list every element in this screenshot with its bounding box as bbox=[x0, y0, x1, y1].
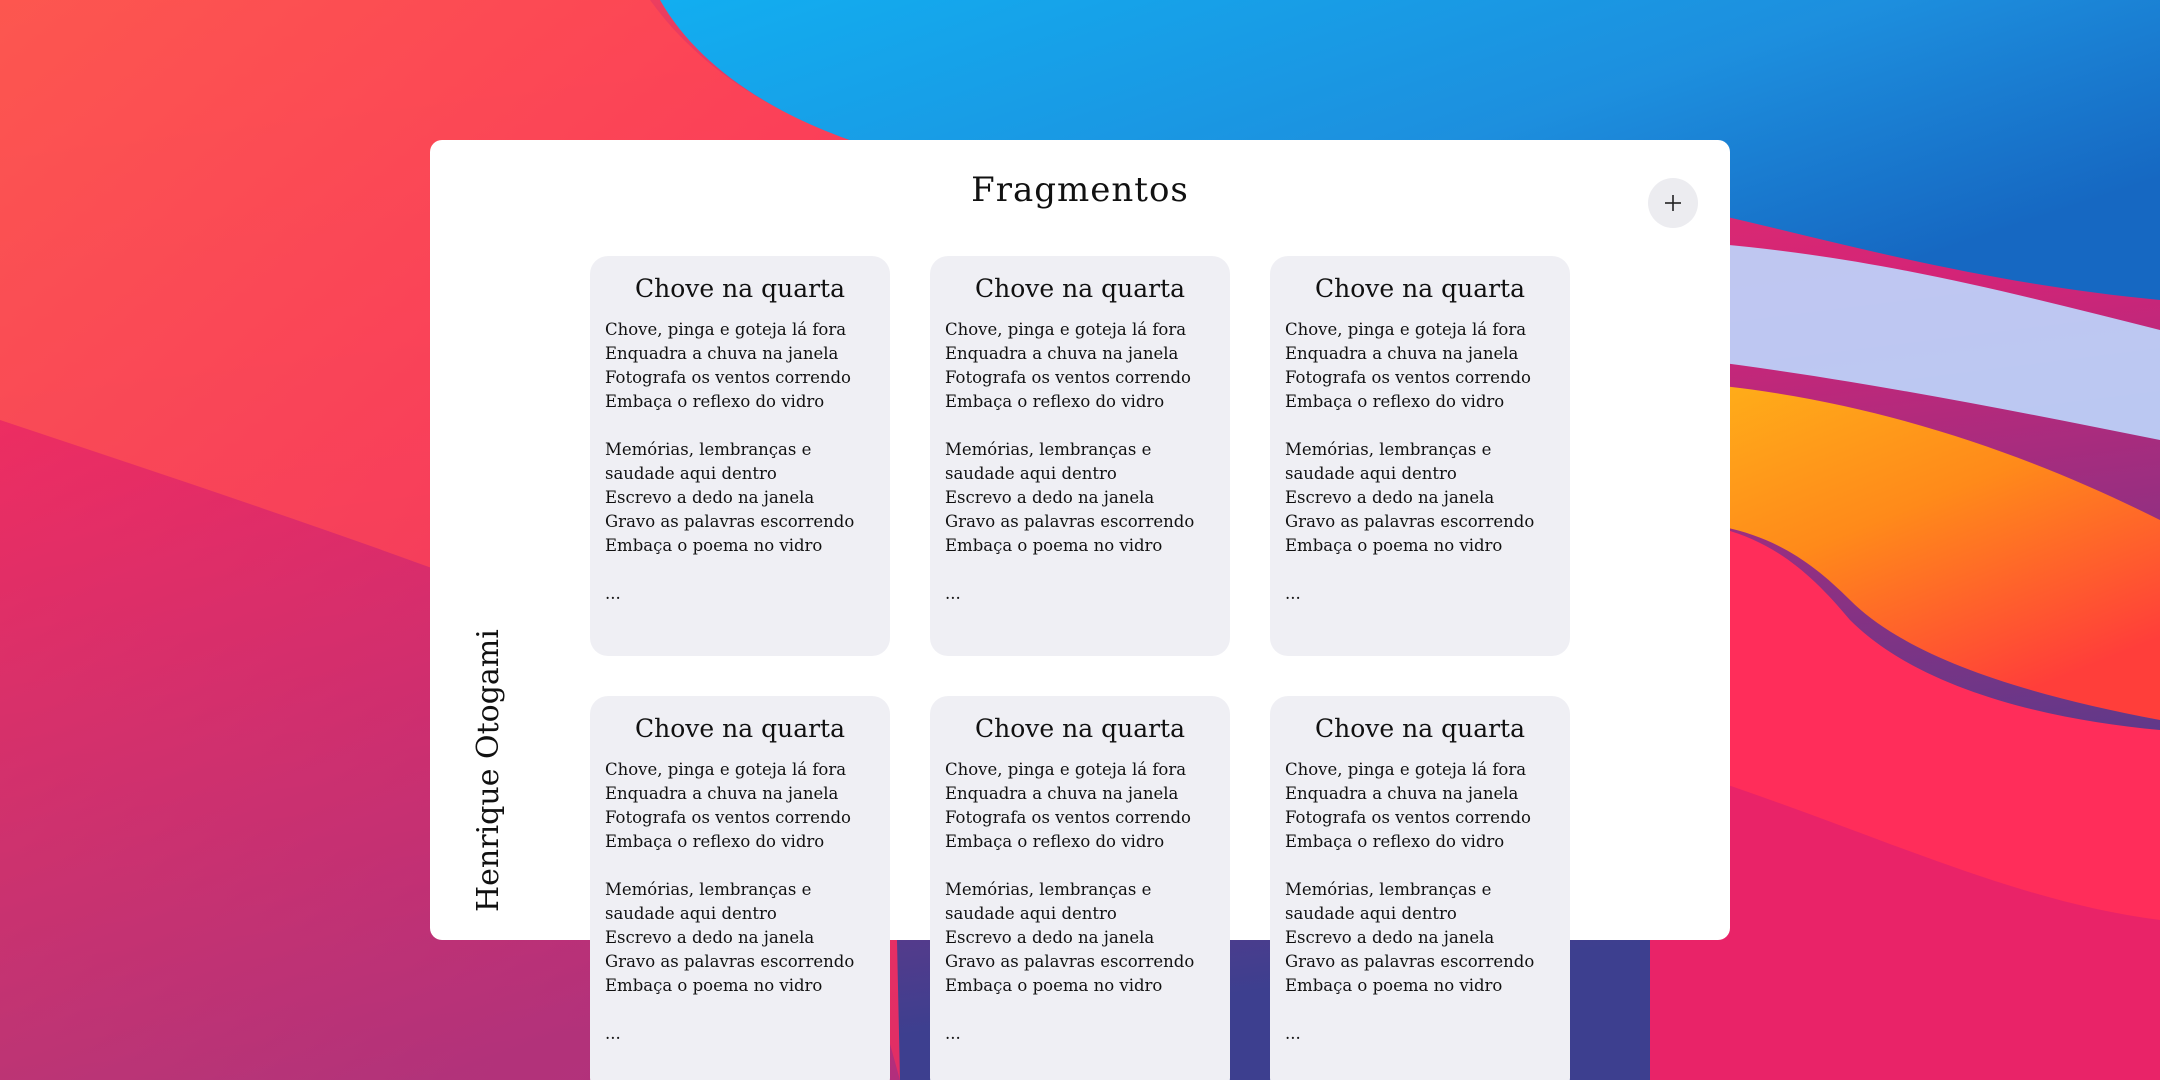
fragment-title: Chove na quarta bbox=[634, 714, 845, 743]
fragment-card[interactable]: Chove na quarta Chove, pinga e goteja lá… bbox=[1270, 256, 1570, 656]
page-title: Fragmentos bbox=[971, 170, 1189, 210]
fragment-card[interactable]: Chove na quarta Chove, pinga e goteja lá… bbox=[1270, 696, 1570, 1080]
fragment-text: Chove, pinga e goteja lá fora Enquadra a… bbox=[605, 760, 855, 1043]
fragment-card[interactable]: Chove na quarta Chove, pinga e goteja lá… bbox=[590, 256, 890, 656]
fragment-title: Chove na quarta bbox=[634, 274, 845, 303]
fragment-card[interactable]: Chove na quarta Chove, pinga e goteja lá… bbox=[930, 696, 1230, 1080]
fragment-title: Chove na quarta bbox=[974, 274, 1185, 303]
fragment-text: Chove, pinga e goteja lá fora Enquadra a… bbox=[945, 760, 1195, 1043]
fragment-title: Chove na quarta bbox=[974, 714, 1185, 743]
fragment-text: Chove, pinga e goteja lá fora Enquadra a… bbox=[1285, 760, 1535, 1043]
fragment-card[interactable]: Chove na quarta Chove, pinga e goteja lá… bbox=[590, 696, 890, 1080]
plus-icon bbox=[1665, 195, 1681, 211]
author-name: Henrique Otogami bbox=[471, 629, 506, 912]
fragment-title: Chove na quarta bbox=[1314, 274, 1525, 303]
fragment-card[interactable]: Chove na quarta Chove, pinga e goteja lá… bbox=[930, 256, 1230, 656]
add-fragment-button[interactable] bbox=[1648, 178, 1698, 228]
fragment-text: Chove, pinga e goteja lá fora Enquadra a… bbox=[945, 320, 1195, 603]
fragment-title: Chove na quarta bbox=[1314, 714, 1525, 743]
fragment-text: Chove, pinga e goteja lá fora Enquadra a… bbox=[1285, 320, 1535, 603]
fragment-text: Chove, pinga e goteja lá fora Enquadra a… bbox=[605, 320, 855, 603]
